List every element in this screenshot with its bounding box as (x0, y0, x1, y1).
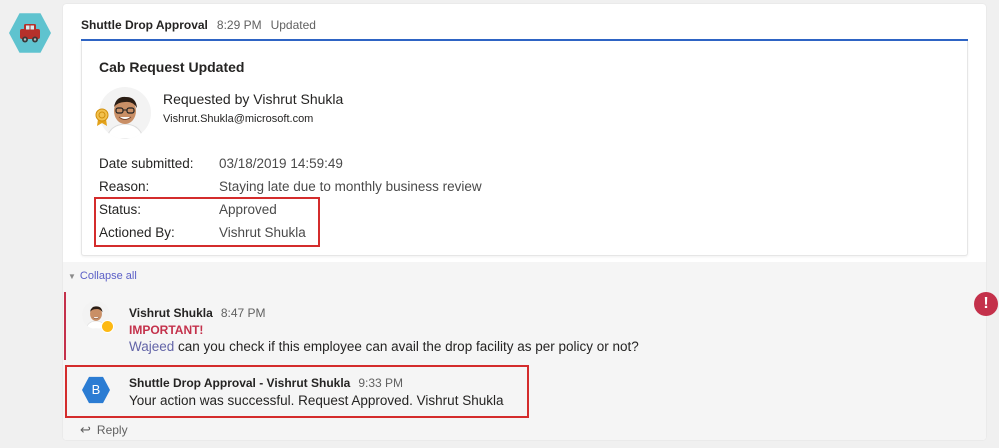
alert-icon[interactable]: ! (974, 292, 998, 316)
reply-1-message: Wajeed can you check if this employee ca… (129, 339, 639, 354)
chevron-down-icon: ▼ (68, 272, 76, 281)
mention-wajeed[interactable]: Wajeed (129, 339, 174, 354)
award-badge-icon (95, 108, 109, 126)
status-highlight-box (94, 197, 320, 247)
reply-1-text: can you check if this employee can avail… (174, 339, 639, 354)
replies-section: ▼ Collapse all Vishrut Shukla 8:47 PM IMPO… (63, 262, 986, 440)
bot-avatar[interactable] (9, 13, 51, 53)
reply-1-time: 8:47 PM (220, 306, 266, 320)
post-sender-name[interactable]: Shuttle Drop Approval (81, 18, 208, 32)
card-title: Cab Request Updated (99, 59, 245, 75)
important-label: IMPORTANT! (129, 323, 204, 337)
reply-button[interactable]: ↩ Reply (80, 422, 128, 438)
collapse-all-label: Collapse all (79, 270, 137, 282)
fact-label-date: Date submitted: (99, 156, 194, 171)
fact-value-reason: Staying late due to monthly business rev… (219, 179, 482, 194)
reply-label: Reply (96, 423, 128, 437)
important-indicator-bar (64, 292, 66, 360)
reply-arrow-icon: ↩ (80, 422, 91, 437)
fact-label-reason: Reason: (99, 179, 150, 194)
requester-email: Vishrut.Shukla@microsoft.com (163, 113, 314, 125)
reply-1-header: Vishrut Shukla 8:47 PM (129, 306, 266, 320)
post-header: Shuttle Drop Approval 8:29 PM Updated (81, 17, 316, 33)
car-icon (20, 24, 40, 43)
conversation-thread: Shuttle Drop Approval 8:29 PM Updated Cab … (63, 4, 986, 440)
collapse-all-link[interactable]: ▼ Collapse all (68, 270, 137, 282)
presence-status-icon (101, 320, 114, 333)
fact-value-date: 03/18/2019 14:59:49 (219, 156, 343, 171)
post-updated-tag: Updated (270, 18, 316, 32)
success-highlight-box (65, 365, 529, 418)
adaptive-card: Cab Request Updated Requested by Vishrut… (81, 41, 968, 256)
reply-1-author[interactable]: Vishrut Shukla (129, 306, 213, 320)
requester-name: Requested by Vishrut Shukla (163, 91, 344, 107)
post-time: 8:29 PM (216, 18, 262, 32)
